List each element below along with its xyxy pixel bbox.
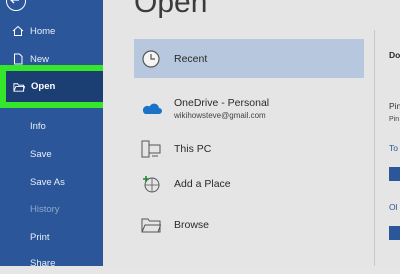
tab-documents[interactable]: Do — [389, 50, 400, 60]
clock-icon — [140, 48, 162, 70]
sidebar-item-save-as[interactable]: Save As — [0, 171, 103, 193]
browse-folder-icon — [140, 214, 162, 236]
back-button[interactable] — [6, 0, 26, 11]
account-email: wikihowsteve@gmail.com — [174, 110, 266, 120]
pinned-subtext: Pin — [389, 116, 400, 123]
sidebar-item-new[interactable]: New — [0, 48, 103, 70]
sidebar-item-home[interactable]: Home — [0, 20, 103, 42]
location-this-pc[interactable]: This PC — [134, 136, 364, 162]
sidebar-item-info[interactable]: Info — [0, 115, 103, 137]
add-place-globe-icon — [140, 173, 162, 195]
page-title: Open — [134, 0, 208, 19]
sidebar-item-label: Home — [30, 25, 56, 37]
backstage-sidebar: Home New Open Info Save Save As History … — [0, 0, 109, 269]
sidebar-item-label: History — [30, 203, 60, 215]
home-icon — [12, 25, 24, 37]
new-document-icon — [12, 53, 24, 65]
sidebar-item-history: History — [0, 198, 103, 220]
location-label: Add a Place — [174, 178, 231, 190]
onedrive-cloud-icon — [140, 97, 162, 119]
panel-divider — [374, 30, 375, 266]
open-folder-icon — [13, 81, 25, 93]
location-onedrive[interactable]: OneDrive - Personal wikihowsteve@gmail.c… — [134, 91, 364, 125]
sidebar-item-label: Open — [31, 81, 56, 92]
pinned-heading: Pin — [389, 101, 400, 111]
sidebar-item-open[interactable]: Open — [0, 65, 109, 108]
location-add-place[interactable]: Add a Place — [134, 171, 364, 197]
location-browse[interactable]: Browse — [134, 212, 364, 238]
sidebar-item-label: Save As — [30, 176, 65, 188]
sidebar-item-save[interactable]: Save — [0, 143, 103, 165]
sidebar-item-label: Print — [30, 231, 50, 243]
location-label: This PC — [174, 143, 212, 155]
back-arrow-icon — [10, 0, 19, 4]
open-panel: Open Recent OneDrive - Personal wikihows… — [103, 0, 400, 266]
sidebar-item-share[interactable]: Share — [0, 252, 103, 274]
sidebar-item-print[interactable]: Print — [0, 226, 103, 248]
sidebar-item-label: Info — [30, 120, 46, 132]
sidebar-item-label: Save — [30, 148, 52, 160]
location-label: OneDrive - Personal — [174, 96, 270, 109]
location-label: Browse — [174, 219, 210, 231]
word-doc-icon — [389, 226, 400, 240]
location-label: Recent — [174, 52, 208, 65]
location-recent[interactable]: Recent — [134, 39, 364, 78]
computer-icon — [140, 138, 162, 160]
word-doc-icon — [389, 167, 400, 181]
older-heading: Ol — [389, 202, 398, 212]
sidebar-item-label: New — [30, 53, 50, 65]
today-heading: To — [389, 143, 398, 153]
sidebar-item-label: Share — [30, 257, 56, 269]
